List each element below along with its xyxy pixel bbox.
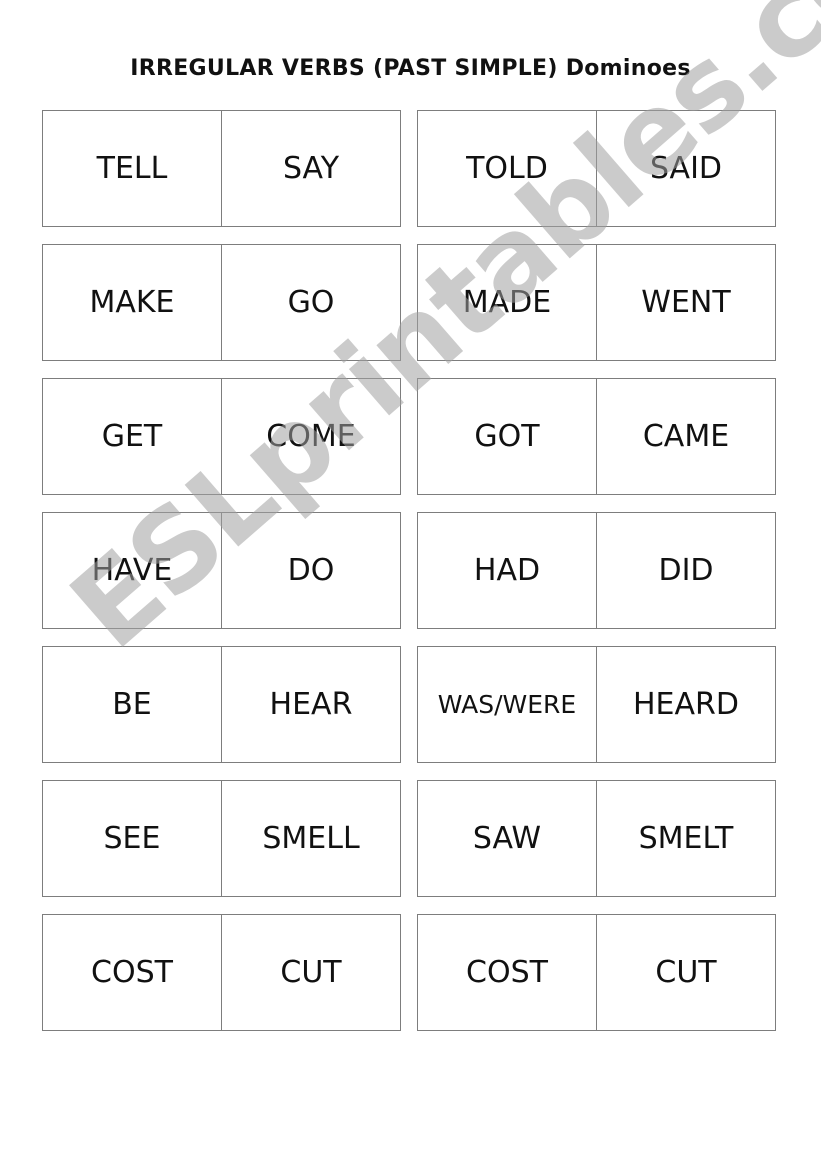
domino-word: MAKE	[89, 285, 175, 320]
domino-word: COME	[221, 379, 400, 494]
domino-word: HAVE	[91, 553, 173, 588]
domino-word: MADE	[462, 285, 552, 320]
domino-card: HAD DID	[417, 512, 776, 629]
domino-card: HAVE DO	[42, 512, 401, 629]
domino-card: TELL SAY	[42, 110, 401, 227]
domino-word: CAME	[596, 379, 775, 494]
domino-card: COST CUT	[42, 914, 401, 1031]
domino-word: HAD	[473, 553, 541, 588]
domino-card: SAW SMELT	[417, 780, 776, 897]
domino-card: TOLD SAID	[417, 110, 776, 227]
domino-card: WAS/WERE HEARD	[417, 646, 776, 763]
domino-word: WAS/WERE	[437, 690, 577, 719]
domino-word: HEARD	[596, 647, 775, 762]
domino-word: TOLD	[466, 151, 548, 186]
domino-word: DID	[596, 513, 775, 628]
worksheet-title: IRREGULAR VERBS (PAST SIMPLE) Dominoes	[130, 56, 691, 81]
domino-word: GOT	[474, 419, 540, 454]
domino-word: GET	[101, 419, 163, 454]
domino-word: SAW	[472, 821, 542, 856]
domino-word: CUT	[596, 915, 775, 1030]
domino-word: BE	[112, 687, 152, 722]
domino-card: GET COME	[42, 378, 401, 495]
domino-word: SMELT	[596, 781, 775, 896]
domino-word: COST	[466, 955, 548, 990]
domino-word: CUT	[221, 915, 400, 1030]
domino-word: TELL	[96, 151, 168, 186]
domino-word: COST	[91, 955, 173, 990]
domino-word: DO	[221, 513, 400, 628]
domino-word: SMELL	[221, 781, 400, 896]
domino-card: MAKE GO	[42, 244, 401, 361]
domino-card: GOT CAME	[417, 378, 776, 495]
domino-card: BE HEAR	[42, 646, 401, 763]
domino-card: MADE WENT	[417, 244, 776, 361]
domino-word: WENT	[596, 245, 775, 360]
domino-word: GO	[221, 245, 400, 360]
domino-word: SAY	[221, 111, 400, 226]
domino-word: SEE	[103, 821, 161, 856]
domino-word: SAID	[596, 111, 775, 226]
domino-word: HEAR	[221, 647, 400, 762]
domino-card: SEE SMELL	[42, 780, 401, 897]
domino-card: COST CUT	[417, 914, 776, 1031]
